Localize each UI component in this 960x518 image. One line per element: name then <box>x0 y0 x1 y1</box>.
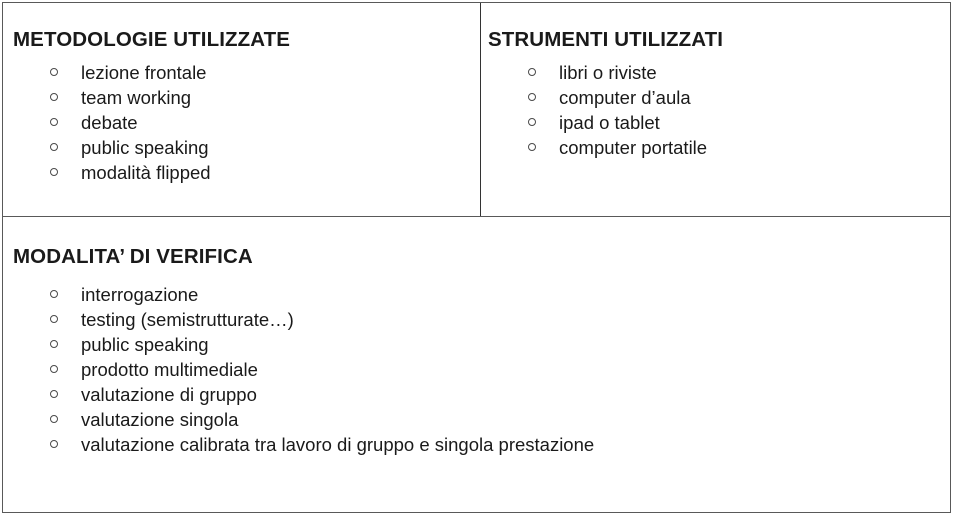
methodologies-heading: METODOLOGIE UTILIZZATE <box>13 28 291 51</box>
panel-tools: STRUMENTI UTILIZZATI libri o riviste com… <box>480 3 950 216</box>
list-item-label: team working <box>81 87 192 108</box>
list-item-label: ipad o tablet <box>559 112 660 133</box>
open-circle-bullet-icon <box>50 414 58 423</box>
list-item: ipad o tablet <box>525 110 707 135</box>
open-circle-bullet-icon <box>50 314 58 323</box>
open-circle-bullet-icon <box>50 339 58 348</box>
tools-list: libri o riviste computer d’aula ipad o t… <box>525 60 707 160</box>
list-item: valutazione singola <box>47 407 594 432</box>
list-item-label: libri o riviste <box>559 62 657 83</box>
list-item-label: computer d’aula <box>559 87 691 108</box>
open-circle-bullet-icon <box>528 142 536 151</box>
open-circle-bullet-icon <box>50 439 58 448</box>
list-item: public speaking <box>47 332 594 357</box>
methodologies-list: lezione frontale team working debate pub… <box>47 60 211 185</box>
open-circle-bullet-icon <box>528 92 536 101</box>
open-circle-bullet-icon <box>50 142 58 151</box>
list-item-label: modalità flipped <box>81 162 211 183</box>
list-item-label: valutazione singola <box>81 409 239 430</box>
panel-assessment: MODALITA’ DI VERIFICA interrogazione tes… <box>3 217 950 512</box>
tools-heading: STRUMENTI UTILIZZATI <box>488 28 724 51</box>
list-item: team working <box>47 85 211 110</box>
list-item: libri o riviste <box>525 60 707 85</box>
list-item-label: valutazione calibrata tra lavoro di grup… <box>81 434 595 455</box>
list-item: valutazione calibrata tra lavoro di grup… <box>47 432 594 457</box>
list-item-label: public speaking <box>81 334 209 355</box>
open-circle-bullet-icon <box>50 92 58 101</box>
list-item-label: computer portatile <box>559 137 708 158</box>
list-item-label: interrogazione <box>81 284 199 305</box>
list-item-label: debate <box>81 112 138 133</box>
list-item: valutazione di gruppo <box>47 382 594 407</box>
assessment-heading: MODALITA’ DI VERIFICA <box>13 245 253 268</box>
list-item-label: testing (semistrutturate…) <box>81 309 294 330</box>
list-item: public speaking <box>47 135 211 160</box>
list-item-label: lezione frontale <box>81 62 207 83</box>
list-item: interrogazione <box>47 282 594 307</box>
list-item: testing (semistrutturate…) <box>47 307 594 332</box>
panel-methodologies: METODOLOGIE UTILIZZATE lezione frontale … <box>3 3 479 216</box>
open-circle-bullet-icon <box>50 67 58 76</box>
list-item-label: public speaking <box>81 137 209 158</box>
open-circle-bullet-icon <box>528 117 536 126</box>
list-item: modalità flipped <box>47 160 211 185</box>
list-item: computer d’aula <box>525 85 707 110</box>
slide-frame: METODOLOGIE UTILIZZATE lezione frontale … <box>2 2 951 513</box>
open-circle-bullet-icon <box>50 364 58 373</box>
list-item: computer portatile <box>525 135 707 160</box>
list-item: debate <box>47 110 211 135</box>
list-item-label: prodotto multimediale <box>81 359 258 380</box>
list-item: prodotto multimediale <box>47 357 594 382</box>
open-circle-bullet-icon <box>50 389 58 398</box>
open-circle-bullet-icon <box>50 289 58 298</box>
top-region: METODOLOGIE UTILIZZATE lezione frontale … <box>3 3 950 217</box>
open-circle-bullet-icon <box>50 117 58 126</box>
list-item: lezione frontale <box>47 60 211 85</box>
assessment-list: interrogazione testing (semistrutturate…… <box>47 282 594 457</box>
open-circle-bullet-icon <box>528 67 536 76</box>
list-item-label: valutazione di gruppo <box>81 384 257 405</box>
open-circle-bullet-icon <box>50 167 58 176</box>
